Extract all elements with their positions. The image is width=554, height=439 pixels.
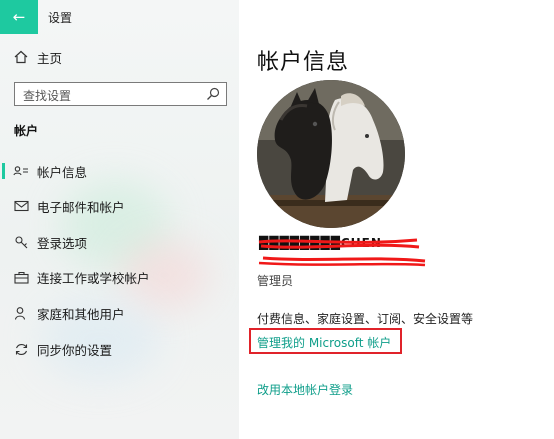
main-content: 帐户信息 ████████CHEN 管理员 付费信息、家庭设置、订阅、安全设置等… — [239, 0, 554, 439]
nav-home[interactable]: 主页 — [0, 42, 239, 72]
sidebar-item-sync-settings[interactable]: 同步你的设置 — [0, 334, 239, 364]
search-input[interactable]: 查找设置 — [14, 82, 227, 106]
app-title: 设置 — [48, 11, 73, 25]
avatar — [257, 80, 405, 228]
sidebar-item-email-accounts[interactable]: 电子邮件和帐户 — [0, 191, 239, 221]
sidebar-item-label: 同步你的设置 — [37, 342, 113, 358]
avatar-image — [257, 80, 405, 228]
person-card-icon — [12, 162, 30, 180]
sidebar-item-label: 连接工作或学校帐户 — [37, 270, 150, 286]
sidebar-item-label: 家庭和其他用户 — [37, 306, 125, 322]
home-icon — [12, 48, 30, 66]
sidebar-item-label: 登录选项 — [37, 235, 88, 251]
sidebar-item-label: 帐户信息 — [37, 164, 88, 180]
redaction-scribble — [258, 238, 426, 267]
sidebar-item-account-info[interactable]: 帐户信息 — [0, 156, 239, 186]
user-name: ████████CHEN — [257, 234, 427, 270]
search-icon[interactable] — [205, 86, 221, 102]
mail-icon — [12, 197, 30, 215]
use-local-account-link[interactable]: 改用本地帐户登录 — [257, 381, 353, 398]
sidebar-item-family-users[interactable]: 家庭和其他用户 — [0, 298, 239, 328]
sidebar-item-sign-in-options[interactable]: 登录选项 — [0, 227, 239, 257]
person-add-icon — [12, 304, 30, 322]
active-indicator — [2, 163, 5, 179]
highlight-box: 管理我的 Microsoft 帐户 — [249, 328, 402, 354]
sidebar: ← 设置 主页 查找设置 帐户 帐户信息 电子邮件和帐户 登录选项 连接工作或学… — [0, 0, 239, 439]
sidebar-item-label: 电子邮件和帐户 — [37, 199, 125, 215]
manage-microsoft-account-link[interactable]: 管理我的 Microsoft 帐户 — [257, 334, 391, 351]
title-bar: ← 设置 — [0, 0, 239, 34]
search-placeholder: 查找设置 — [23, 89, 72, 103]
briefcase-icon — [12, 268, 30, 286]
section-heading: 帐户 — [14, 124, 39, 138]
key-icon — [12, 233, 30, 251]
sync-icon — [12, 340, 30, 358]
sidebar-item-work-school[interactable]: 连接工作或学校帐户 — [0, 262, 239, 292]
account-info-description: 付费信息、家庭设置、订阅、安全设置等 — [257, 312, 474, 326]
arrow-left-icon: ← — [12, 8, 26, 26]
nav-home-label: 主页 — [37, 50, 63, 66]
back-button[interactable]: ← — [0, 0, 38, 34]
page-title: 帐户信息 — [257, 50, 350, 75]
user-role: 管理员 — [257, 274, 294, 288]
